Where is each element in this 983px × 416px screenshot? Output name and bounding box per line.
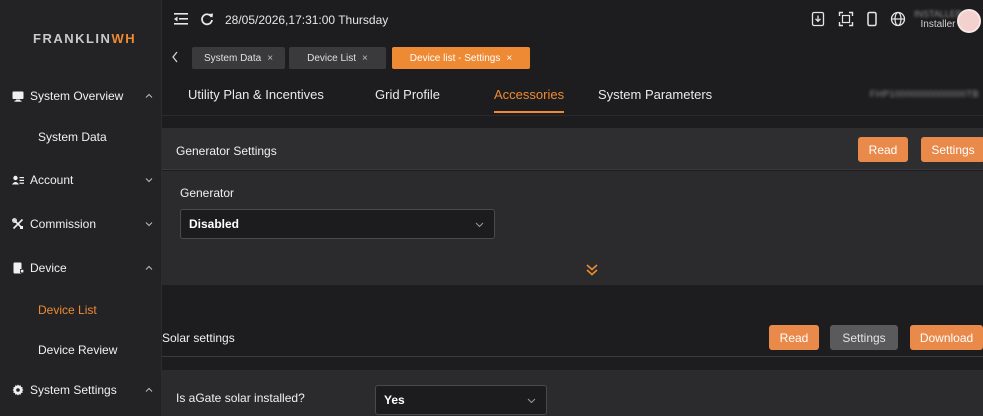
generator-settings-button[interactable]: Settings: [921, 137, 983, 162]
sidebar-item-account[interactable]: Account: [0, 162, 162, 198]
page-tabs: System Data × Device List × Device list - …: [162, 44, 983, 72]
sidebar-item-system-settings[interactable]: System Settings: [0, 372, 162, 408]
mobile-icon[interactable]: [864, 11, 880, 27]
globe-icon[interactable]: [890, 11, 906, 27]
settings-subtabs: Utility Plan & Incentives Grid Profile A…: [162, 72, 983, 116]
close-icon[interactable]: ×: [267, 53, 273, 64]
document-download-icon[interactable]: [810, 11, 826, 27]
chevron-down-icon: [145, 178, 153, 183]
generator-settings-header: Generator Settings Read Settings: [162, 128, 983, 170]
tab-system-data[interactable]: System Data ×: [192, 47, 285, 69]
sidebar-item-system-overview[interactable]: System Overview: [0, 78, 162, 114]
solar-installed-label: Is aGate solar installed?: [176, 391, 305, 405]
fullscreen-icon[interactable]: [838, 11, 854, 27]
generator-label: Generator: [180, 186, 235, 200]
device-icon: [12, 262, 24, 274]
user-info[interactable]: INSTALLER Installer: [914, 9, 962, 30]
sidebar-item-system-data[interactable]: System Data: [0, 119, 162, 155]
collapse-menu-icon[interactable]: [174, 12, 188, 26]
generator-settings-body: Generator Disabled: [162, 171, 983, 285]
user-list-icon: [12, 174, 24, 186]
solar-settings-title: Solar settings: [162, 331, 235, 345]
chevron-down-icon: [145, 222, 153, 227]
franklin-logo: FRANKLINWH: [33, 31, 137, 46]
close-icon[interactable]: ×: [362, 53, 368, 64]
solar-read-button[interactable]: Read: [769, 325, 819, 350]
close-icon[interactable]: ×: [506, 53, 512, 64]
chevron-up-icon: [145, 265, 153, 270]
serial-number: FHP10000000000000TB: [869, 89, 979, 99]
solar-settings-header: Solar settings Read Settings Download: [162, 317, 983, 357]
chevron-up-icon: [145, 93, 153, 98]
chevron-left-icon[interactable]: [170, 50, 180, 64]
gear-icon: [12, 384, 24, 396]
chevron-down-icon: [527, 398, 536, 404]
current-datetime: 28/05/2026,17:31:00 Thursday: [225, 13, 389, 27]
avatar[interactable]: [957, 9, 981, 33]
tab-device-list[interactable]: Device List ×: [289, 47, 386, 69]
generator-read-button[interactable]: Read: [858, 137, 908, 162]
subtab-grid-profile[interactable]: Grid Profile: [375, 87, 440, 102]
sidebar-item-device[interactable]: Device: [0, 250, 162, 286]
generator-select[interactable]: Disabled: [180, 209, 495, 239]
solar-download-button[interactable]: Download: [910, 325, 983, 350]
subtab-utility-plan[interactable]: Utility Plan & Incentives: [188, 87, 324, 102]
double-chevron-down-icon[interactable]: [585, 263, 599, 277]
solar-installed-select[interactable]: Yes: [375, 385, 547, 415]
top-bar: 28/05/2026,17:31:00 Thursday INSTALLER I…: [162, 0, 983, 44]
sidebar-item-device-list[interactable]: Device List: [0, 292, 162, 328]
sidebar-item-device-review[interactable]: Device Review: [0, 332, 162, 368]
sidebar-item-commission[interactable]: Commission: [0, 206, 162, 242]
chevron-down-icon: [475, 222, 484, 228]
generator-settings-title: Generator Settings: [176, 144, 277, 158]
subtab-system-parameters[interactable]: System Parameters: [598, 87, 712, 102]
chevron-up-icon: [145, 387, 153, 392]
tab-device-list-settings[interactable]: Device list - Settings ×: [392, 47, 530, 69]
solar-settings-body: Is aGate solar installed? Yes: [162, 370, 983, 416]
sidebar: FRANKLINWH System Overview System Data A…: [0, 0, 162, 416]
subtab-accessories[interactable]: Accessories: [494, 87, 565, 113]
monitor-icon: [12, 90, 24, 102]
refresh-icon[interactable]: [200, 12, 214, 26]
solar-settings-button[interactable]: Settings: [830, 325, 898, 350]
tools-icon: [12, 218, 24, 230]
